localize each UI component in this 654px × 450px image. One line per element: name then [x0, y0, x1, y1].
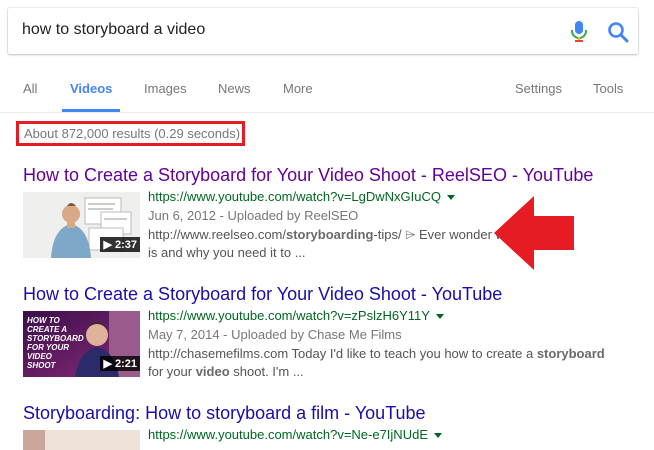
tab-videos[interactable]: Videos [70, 81, 112, 96]
thumbnail-caption: How To CREATE A STORYBOARD FOR YOUR VIDE… [27, 316, 84, 370]
active-tab-indicator [62, 109, 120, 112]
result-title-link[interactable]: How to Create a Storyboard for Your Vide… [23, 165, 593, 186]
video-duration: ▶ 2:37 [100, 237, 140, 252]
tab-news[interactable]: News [218, 81, 251, 96]
result-url[interactable]: https://www.youtube.com/watch?v=zPslzH6Y… [148, 308, 444, 323]
tab-images[interactable]: Images [144, 81, 187, 96]
video-thumbnail[interactable] [23, 430, 140, 450]
result-stats: About 872,000 results (0.29 seconds) [24, 126, 241, 141]
tab-all[interactable]: All [23, 81, 37, 96]
result-snippet: http://chasemefilms.com Today I'd like t… [148, 346, 605, 379]
video-thumbnail[interactable]: How To CREATE A STORYBOARD FOR YOUR VIDE… [23, 311, 140, 377]
search-input[interactable]: how to storyboard a video [22, 21, 205, 39]
search-icon[interactable] [606, 20, 630, 44]
result-title-link[interactable]: How to Create a Storyboard for Your Vide… [23, 284, 502, 305]
tab-settings[interactable]: Settings [515, 81, 562, 96]
result-date: Jun 6, 2012 - Uploaded by ReelSEO [148, 208, 359, 223]
tab-more[interactable]: More [283, 81, 313, 96]
search-tabs: All Videos Images News More Settings Too… [0, 70, 654, 113]
dropdown-arrow-icon[interactable] [434, 433, 442, 439]
video-thumbnail[interactable]: ▶ 2:37 [23, 192, 140, 258]
dropdown-arrow-icon[interactable] [446, 195, 455, 201]
result-url[interactable]: https://www.youtube.com/watch?v=Ne-e7IjN… [148, 427, 442, 442]
dropdown-arrow-icon[interactable] [435, 314, 444, 320]
microphone-icon[interactable] [568, 19, 590, 43]
video-duration: ▶ 2:21 [100, 356, 140, 371]
search-box[interactable]: how to storyboard a video [8, 8, 638, 54]
result-url[interactable]: https://www.youtube.com/watch?v=LgDwNxGI… [148, 189, 455, 204]
result-title-link[interactable]: Storyboarding: How to storyboard a film … [23, 403, 426, 424]
red-arrow-annotation [494, 196, 574, 270]
tab-tools[interactable]: Tools [593, 81, 623, 96]
result-date: May 7, 2014 - Uploaded by Chase Me Films [148, 327, 402, 342]
thumbnail-image [23, 430, 140, 450]
